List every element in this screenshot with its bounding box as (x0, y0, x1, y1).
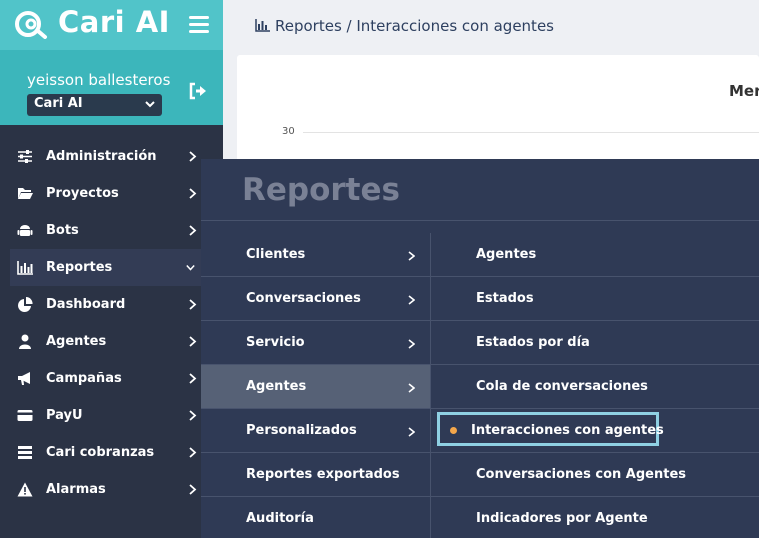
current-dot-icon (450, 427, 457, 434)
category-label: Clientes (246, 247, 306, 262)
chevron-right-icon (189, 447, 197, 458)
org-select[interactable]: Cari AI (27, 94, 162, 116)
sidebar: Cari AI yeisson ballesteros Cari AI Admi… (0, 0, 223, 538)
chart-title: Mer (729, 82, 759, 100)
sidebar-item-label: Proyectos (46, 186, 119, 201)
category-label: Conversaciones (246, 291, 361, 306)
brand-bar: Cari AI (0, 0, 223, 50)
credit-card-icon (17, 410, 33, 421)
pie-chart-icon (18, 297, 33, 312)
list-icon (18, 446, 32, 459)
category-clientes[interactable]: Clientes (201, 233, 430, 277)
org-select-value: Cari AI (34, 96, 83, 111)
category-label: Servicio (246, 335, 305, 350)
logout-icon[interactable] (188, 82, 208, 100)
chevron-down-icon (186, 264, 195, 271)
grid-line (303, 132, 759, 133)
android-icon (17, 225, 33, 236)
sidebar-item-label: Bots (46, 223, 79, 238)
category-reportes-exportados[interactable]: Reportes exportados (201, 453, 430, 497)
brand-name: Cari AI (58, 5, 170, 39)
sidebar-item-bots[interactable]: Bots (0, 212, 223, 249)
category-label: Personalizados (246, 423, 357, 438)
report-label: Estados por día (476, 335, 590, 350)
chevron-right-icon (408, 295, 415, 305)
cari-logo-icon (15, 11, 47, 39)
agentes-reports-list: Agentes Estados Estados por día Cola de … (431, 233, 759, 538)
sidebar-item-label: Reportes (46, 260, 113, 275)
chevron-right-icon (189, 225, 197, 236)
folder-open-icon (18, 188, 33, 199)
megaphone-icon (18, 372, 30, 385)
report-cola-de-conversaciones[interactable]: Cola de conversaciones (431, 365, 759, 409)
report-estados-por-dia[interactable]: Estados por día (431, 321, 759, 365)
report-conversaciones-con-agentes[interactable]: Conversaciones con Agentes (431, 453, 759, 497)
chevron-right-icon (189, 336, 197, 347)
report-label: Estados (476, 291, 534, 306)
chevron-right-icon (189, 484, 197, 495)
sidebar-item-label: Alarmas (46, 482, 106, 497)
chart-card: Mer 30 (237, 55, 759, 175)
report-label: Interacciones con agentes (471, 423, 664, 438)
chevron-right-icon (189, 410, 197, 421)
sidebar-item-label: PayU (46, 408, 83, 423)
sidebar-item-label: Dashboard (46, 297, 126, 312)
hamburger-menu-icon[interactable] (189, 16, 209, 34)
sidebar-item-cari-cobranzas[interactable]: Cari cobranzas (0, 434, 223, 471)
category-label: Agentes (246, 379, 307, 394)
user-icon (19, 334, 31, 349)
bar-chart-icon (17, 261, 33, 275)
chevron-right-icon (189, 373, 197, 384)
category-conversaciones[interactable]: Conversaciones (201, 277, 430, 321)
report-interacciones-con-agentes[interactable]: Interacciones con agentes (431, 409, 759, 453)
sidebar-nav: Administración Proyectos Bots Reportes D… (0, 138, 223, 508)
sidebar-item-payu[interactable]: PayU (0, 397, 223, 434)
chevron-right-icon (408, 427, 415, 437)
chevron-right-icon (408, 339, 415, 349)
report-label: Agentes (476, 247, 537, 262)
category-servicio[interactable]: Servicio (201, 321, 430, 365)
reportes-mega-menu: Reportes Clientes Conversaciones Servici… (201, 159, 759, 538)
sidebar-item-label: Administración (46, 149, 157, 164)
report-label: Cola de conversaciones (476, 379, 648, 394)
breadcrumb: Reportes / Interacciones con agentes (275, 17, 554, 35)
divider (201, 220, 759, 221)
chevron-right-icon (189, 188, 197, 199)
report-agentes[interactable]: Agentes (431, 233, 759, 277)
top-header: Reportes / Interacciones con agentes (223, 0, 759, 50)
sidebar-item-label: Campañas (46, 371, 122, 386)
chevron-right-icon (189, 151, 197, 162)
sliders-icon (18, 150, 32, 163)
sidebar-item-proyectos[interactable]: Proyectos (0, 175, 223, 212)
sidebar-item-label: Cari cobranzas (46, 445, 155, 460)
warning-icon (17, 482, 33, 497)
user-name: yeisson ballesteros (27, 71, 171, 89)
chevron-right-icon (408, 251, 415, 261)
category-auditoria[interactable]: Auditoría (201, 497, 430, 538)
category-label: Reportes exportados (246, 467, 400, 482)
mega-menu-title: Reportes (242, 172, 400, 208)
sidebar-item-agentes[interactable]: Agentes (0, 323, 223, 360)
chevron-right-icon (189, 299, 197, 310)
category-label: Auditoría (246, 511, 314, 526)
sidebar-item-campanas[interactable]: Campañas (0, 360, 223, 397)
sidebar-item-reportes[interactable]: Reportes (10, 249, 223, 286)
report-categories: Clientes Conversaciones Servicio Agentes… (201, 233, 430, 538)
sidebar-item-alarmas[interactable]: Alarmas (0, 471, 223, 508)
category-personalizados[interactable]: Personalizados (201, 409, 430, 453)
chevron-down-icon (145, 101, 155, 108)
report-estados[interactable]: Estados (431, 277, 759, 321)
category-agentes[interactable]: Agentes (201, 365, 430, 409)
y-tick-label: 30 (282, 126, 295, 137)
breadcrumb-text: Reportes / Interacciones con agentes (275, 17, 554, 35)
report-indicadores-por-agente[interactable]: Indicadores por Agente (431, 497, 759, 538)
user-panel: yeisson ballesteros Cari AI (0, 50, 223, 125)
report-label: Conversaciones con Agentes (476, 467, 686, 482)
sidebar-item-administracion[interactable]: Administración (0, 138, 223, 175)
sidebar-item-label: Agentes (46, 334, 107, 349)
sidebar-item-dashboard[interactable]: Dashboard (0, 286, 223, 323)
report-label: Indicadores por Agente (476, 511, 648, 526)
chevron-right-icon (408, 383, 415, 393)
bar-chart-icon (255, 19, 270, 32)
